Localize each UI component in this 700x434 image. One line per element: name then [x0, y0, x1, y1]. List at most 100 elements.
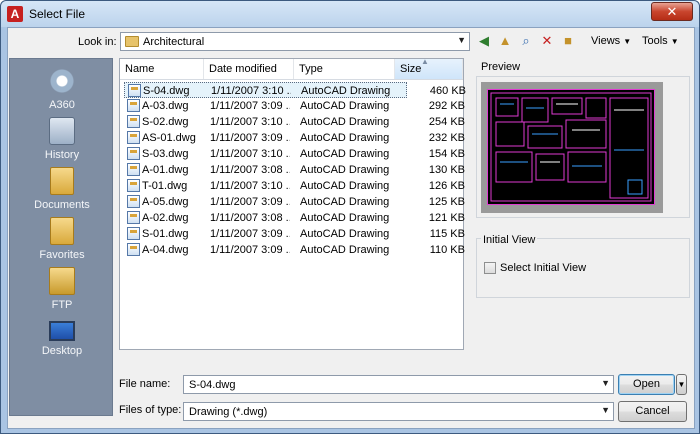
folder-up-icon[interactable]: ▲ [496, 33, 514, 49]
file-size-cell: 292 KB [428, 100, 465, 112]
file-size-cell: 121 KB [428, 212, 465, 224]
select-initial-view-checkbox[interactable] [484, 262, 496, 274]
dwg-file-icon [127, 147, 140, 160]
file-row[interactable]: T-01.dwg 1/11/2007 3:10 ... AutoCAD Drawin… [124, 178, 465, 194]
files-of-type-value: Drawing (*.dwg) [189, 406, 268, 418]
file-date-cell: 1/11/2007 3:10 ... [210, 180, 290, 192]
dwg-file-icon [127, 195, 140, 208]
dwg-file-icon [127, 163, 140, 176]
dwg-file-icon [127, 179, 140, 192]
window-title: Select File [29, 7, 86, 21]
dwg-file-icon [127, 211, 140, 224]
chevron-down-icon[interactable]: ▼ [601, 405, 610, 415]
search-web-icon[interactable]: ⌕ [517, 33, 535, 49]
documents-icon [50, 167, 74, 195]
select-initial-view-label[interactable]: Select Initial View [500, 262, 586, 274]
file-row[interactable]: A-04.dwg 1/11/2007 3:09 ... AutoCAD Drawin… [124, 242, 465, 258]
place-history[interactable]: History [10, 117, 114, 161]
file-type-cell: AutoCAD Drawing [300, 116, 390, 128]
file-type-cell: AutoCAD Drawing [300, 228, 390, 240]
file-date-cell: 1/11/2007 3:08 ... [210, 212, 290, 224]
file-type-cell: AutoCAD Drawing [300, 148, 390, 160]
chevron-down-icon: ▼ [670, 37, 679, 46]
place-favorites[interactable]: Favorites [10, 217, 114, 261]
ftp-icon [49, 267, 75, 295]
dwg-file-icon [127, 115, 140, 128]
place-a360[interactable]: A360 [10, 67, 114, 111]
column-header-size[interactable]: Size ▲ [395, 57, 463, 79]
preview-label: Preview [481, 61, 521, 73]
chevron-down-icon[interactable]: ▼ [457, 35, 466, 45]
file-size-cell: 254 KB [428, 116, 465, 128]
file-date-cell: 1/11/2007 3:08 ... [210, 164, 290, 176]
new-folder-icon[interactable]: ■ [559, 33, 577, 49]
chevron-down-icon: ▼ [623, 37, 632, 46]
delete-icon[interactable]: ✕ [538, 33, 556, 49]
open-options-button[interactable]: ▼ [676, 374, 687, 395]
file-size-cell: 125 KB [428, 196, 465, 208]
history-icon [49, 117, 75, 145]
column-header-name[interactable]: Name [120, 59, 204, 79]
dwg-file-icon [127, 99, 140, 112]
file-row[interactable]: A-03.dwg 1/11/2007 3:09 ... AutoCAD Drawin… [124, 98, 465, 114]
file-name-field[interactable]: S-04.dwg ▼ [183, 375, 614, 394]
file-date-cell: 1/11/2007 3:10 ... [210, 116, 290, 128]
file-date-cell: 1/11/2007 3:09 ... [210, 228, 290, 240]
file-row[interactable]: S-04.dwg 1/11/2007 3:10 ... AutoCAD Drawin… [124, 82, 466, 98]
file-row[interactable]: A-05.dwg 1/11/2007 3:09 ... AutoCAD Drawin… [124, 194, 465, 210]
file-row[interactable]: S-02.dwg 1/11/2007 3:10 ... AutoCAD Drawin… [124, 114, 465, 130]
places-bar: A360 History Documents Favorites FTP Des… [9, 58, 113, 416]
look-in-combo[interactable]: Architectural ▼ [120, 32, 470, 51]
file-date-cell: 1/11/2007 3:09 ... [210, 196, 290, 208]
back-arrow-icon[interactable]: ◀ [475, 33, 493, 49]
file-type-cell: AutoCAD Drawing [300, 132, 390, 144]
look-in-label: Look in: [78, 36, 117, 48]
place-ftp[interactable]: FTP [10, 267, 114, 311]
files-of-type-label: Files of type: [119, 404, 182, 416]
file-size-cell: 130 KB [428, 164, 465, 176]
tools-menu[interactable]: Tools ▼ [642, 35, 679, 47]
file-size-cell: 115 KB [429, 228, 465, 240]
files-of-type-select[interactable]: Drawing (*.dwg) ▼ [183, 402, 614, 421]
initial-view-label: Initial View [481, 234, 538, 246]
open-button[interactable]: Open [618, 374, 675, 395]
close-button[interactable]: ✕ [651, 2, 693, 21]
file-row[interactable]: A-02.dwg 1/11/2007 3:08 ... AutoCAD Drawin… [124, 210, 465, 226]
file-date-cell: 1/11/2007 3:10 ... [210, 148, 290, 160]
file-date-cell: 1/11/2007 3:09 ... [210, 132, 290, 144]
tools-label: Tools [642, 35, 668, 47]
place-documents[interactable]: Documents [10, 167, 114, 211]
place-label: FTP [51, 299, 73, 311]
file-name-value: S-04.dwg [189, 379, 236, 391]
column-header-date[interactable]: Date modified [204, 59, 294, 79]
folder-icon [125, 36, 139, 47]
file-row[interactable]: S-01.dwg 1/11/2007 3:09 ... AutoCAD Drawin… [124, 226, 465, 242]
select-file-dialog: A Select File ✕ Look in: Architectural ▼… [0, 0, 700, 434]
dwg-file-icon [127, 227, 140, 240]
file-date-cell: 1/11/2007 3:09 ... [210, 100, 290, 112]
drawing-thumbnail-graphic [490, 92, 652, 202]
look-in-value: Architectural [143, 36, 205, 48]
favorites-icon [50, 217, 74, 245]
file-type-cell: AutoCAD Drawing [300, 244, 390, 256]
file-name-label: File name: [119, 378, 171, 390]
views-menu[interactable]: Views ▼ [591, 35, 631, 47]
dialog-body: Look in: Architectural ▼ ◀ ▲ ⌕ ✕ ■ Views… [7, 27, 695, 429]
file-row[interactable]: S-03.dwg 1/11/2007 3:10 ... AutoCAD Drawin… [124, 146, 465, 162]
a360-icon [46, 67, 78, 95]
file-row[interactable]: AS-01.dwg 1/11/2007 3:09 ... AutoCAD Drawi… [124, 130, 465, 146]
chevron-down-icon[interactable]: ▼ [601, 378, 610, 388]
file-size-cell: 232 KB [428, 132, 465, 144]
dwg-file-icon [127, 131, 140, 144]
place-desktop[interactable]: Desktop [10, 317, 114, 357]
file-type-cell: AutoCAD Drawing [300, 196, 390, 208]
dwg-file-icon [127, 243, 140, 256]
place-label: History [44, 149, 80, 161]
file-list[interactable]: Name Date modified Type Size ▲ S-04.dwg 1… [119, 57, 466, 350]
place-label: Desktop [41, 345, 83, 357]
cancel-button[interactable]: Cancel [618, 401, 687, 422]
views-label: Views [591, 35, 621, 47]
column-header-type[interactable]: Type [294, 59, 395, 79]
place-label: A360 [49, 99, 75, 111]
file-row[interactable]: A-01.dwg 1/11/2007 3:08 ... AutoCAD Drawin… [124, 162, 465, 178]
